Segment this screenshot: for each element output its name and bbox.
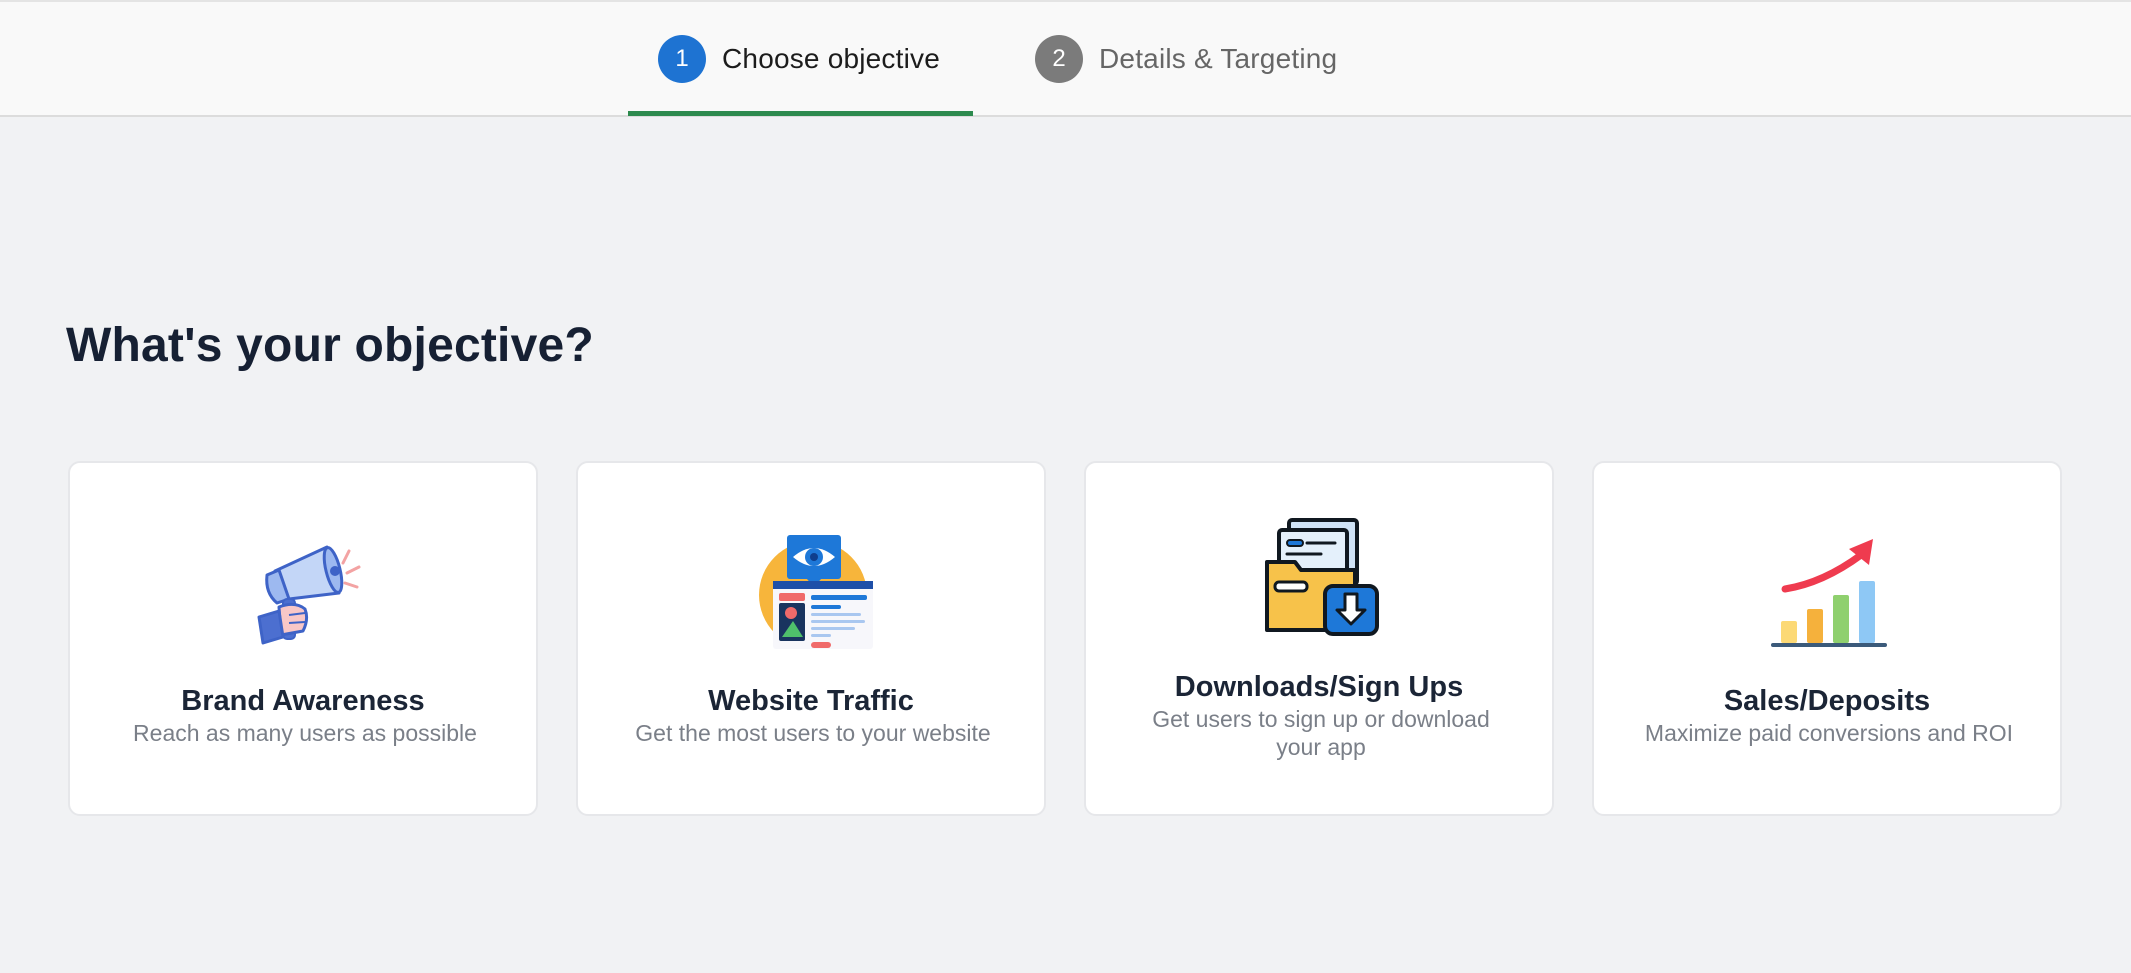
objective-card-website-traffic[interactable]: Website Traffic Get the most users to yo… [576,461,1046,816]
website-eye-icon [759,535,873,649]
objective-card-brand-awareness[interactable]: Brand Awareness Reach as many users as p… [68,461,538,816]
growth-chart-icon [1771,539,1887,647]
megaphone-icon [257,545,361,645]
card-description: Get users to sign up or download your ap… [1152,706,1490,760]
stepper: 1 Choose objective 2 Details & Targeting [0,0,2131,117]
step-label: Details & Targeting [1099,42,1338,74]
card-description: Reach as many users as possible [133,720,477,746]
objective-card-downloads-sign-ups[interactable]: Downloads/Sign Ups Get users to sign up … [1084,461,1554,816]
step-details-targeting[interactable]: 2 Details & Targeting [1005,2,1365,117]
card-title: Sales/Deposits [1723,685,1931,717]
card-title: Website Traffic [708,685,914,717]
step-label: Choose objective [722,42,940,74]
card-title: Downloads/Sign Ups [1174,671,1464,703]
step-number-badge: 1 [658,34,706,83]
page-title: What's your objective? [66,319,594,372]
card-description: Get the most users to your website [635,720,991,746]
active-step-indicator [628,111,973,116]
step-number-badge: 2 [1035,34,1083,83]
download-folder-icon [1265,518,1379,636]
step-choose-objective[interactable]: 1 Choose objective [628,2,973,117]
objective-card-sales-deposits[interactable]: Sales/Deposits Maximize paid conversions… [1592,461,2062,816]
card-title: Brand Awareness [181,685,425,717]
card-description: Maximize paid conversions and ROI [1644,720,2014,746]
